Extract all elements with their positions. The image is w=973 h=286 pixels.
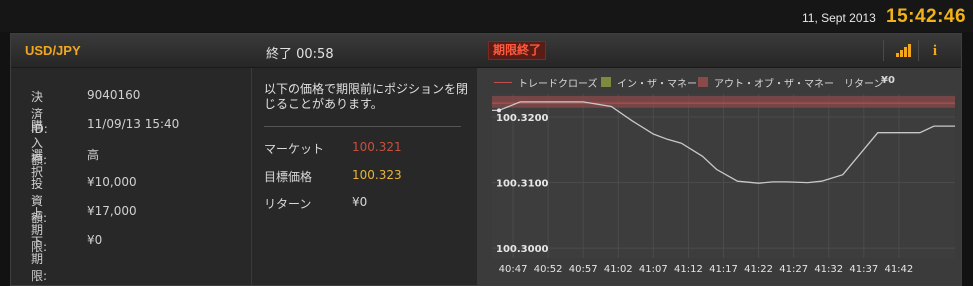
price-label: 目標価格 [264, 170, 313, 184]
x-tick-label: 41:12 [674, 264, 703, 275]
detail-value: 9040160 [87, 88, 141, 102]
signal-icon[interactable] [896, 43, 912, 57]
price-row-target: 目標価格 100.323 [264, 168, 402, 185]
close-early-notice: 以下の価格で期限前にポジションを閉じることがあります。 [264, 82, 469, 111]
trade-header: USD/JPY 終了 00:58 期限終了 i [11, 34, 961, 68]
x-tick-label: 41:17 [709, 264, 738, 275]
y-tick-label: 100.3100 [496, 179, 549, 190]
detail-value: 高 [87, 148, 100, 162]
x-tick-label: 41:32 [814, 264, 843, 275]
current-date: 11, Sept 2013 [802, 11, 876, 25]
current-time: 15:42:46 [886, 6, 967, 27]
divider [264, 126, 461, 127]
price-row-market: マーケット 100.321 [264, 140, 402, 157]
detail-value: 11/09/13 15:40 [87, 117, 180, 131]
x-tick-label: 41:22 [744, 264, 773, 275]
target-price: 100.323 [352, 168, 402, 182]
price-label: マーケット [264, 142, 325, 156]
detail-label: 下期限: [31, 235, 48, 283]
detail-value: ¥10,000 [87, 175, 137, 189]
chart-panel: トレードクローズ イン・ザ・マネー アウト・オブ・ザ・マネー リターン ¥0 1… [478, 68, 961, 285]
header-divider [883, 40, 884, 61]
trade-details: 決済ID: 9040160 購入額: 11/09/13 15:40 選択 高 投… [11, 68, 252, 285]
x-tick-label: 41:02 [604, 264, 633, 275]
price-row-return: リターン ¥0 [264, 195, 367, 212]
entry-point-marker [497, 108, 502, 113]
y-tick-label: 100.3200 [496, 113, 549, 124]
info-icon[interactable]: i [928, 42, 942, 60]
price-chart: 100.3200 100.3100 100.3000 40:47 40:52 40:57 4… [492, 94, 955, 275]
currency-pair[interactable]: USD/JPY [25, 43, 81, 58]
x-tick-label: 40:57 [569, 264, 598, 275]
detail-value: ¥0 [87, 233, 103, 247]
market-price: 100.321 [352, 140, 402, 154]
x-tick-label: 41:42 [884, 264, 913, 275]
detail-value: ¥17,000 [87, 204, 137, 218]
x-tick-label: 40:52 [534, 264, 563, 275]
expiry-countdown: 終了 00:58 [266, 47, 334, 62]
x-tick-label: 41:07 [639, 264, 668, 275]
x-tick-label: 40:47 [499, 264, 528, 275]
header-divider [918, 40, 919, 61]
y-tick-label: 100.3000 [496, 244, 549, 255]
close-early-panel: 以下の価格で期限前にポジションを閉じることがあります。 マーケット 100.32… [252, 68, 478, 285]
x-tick-label: 41:27 [779, 264, 808, 275]
x-tick-label: 41:37 [849, 264, 878, 275]
status-badge: 期限終了 [488, 41, 547, 60]
price-label: リターン [264, 197, 312, 211]
return-value: ¥0 [352, 195, 368, 209]
trade-panel: USD/JPY 終了 00:58 期限終了 i 決済ID: 9040160 購入… [10, 33, 962, 286]
